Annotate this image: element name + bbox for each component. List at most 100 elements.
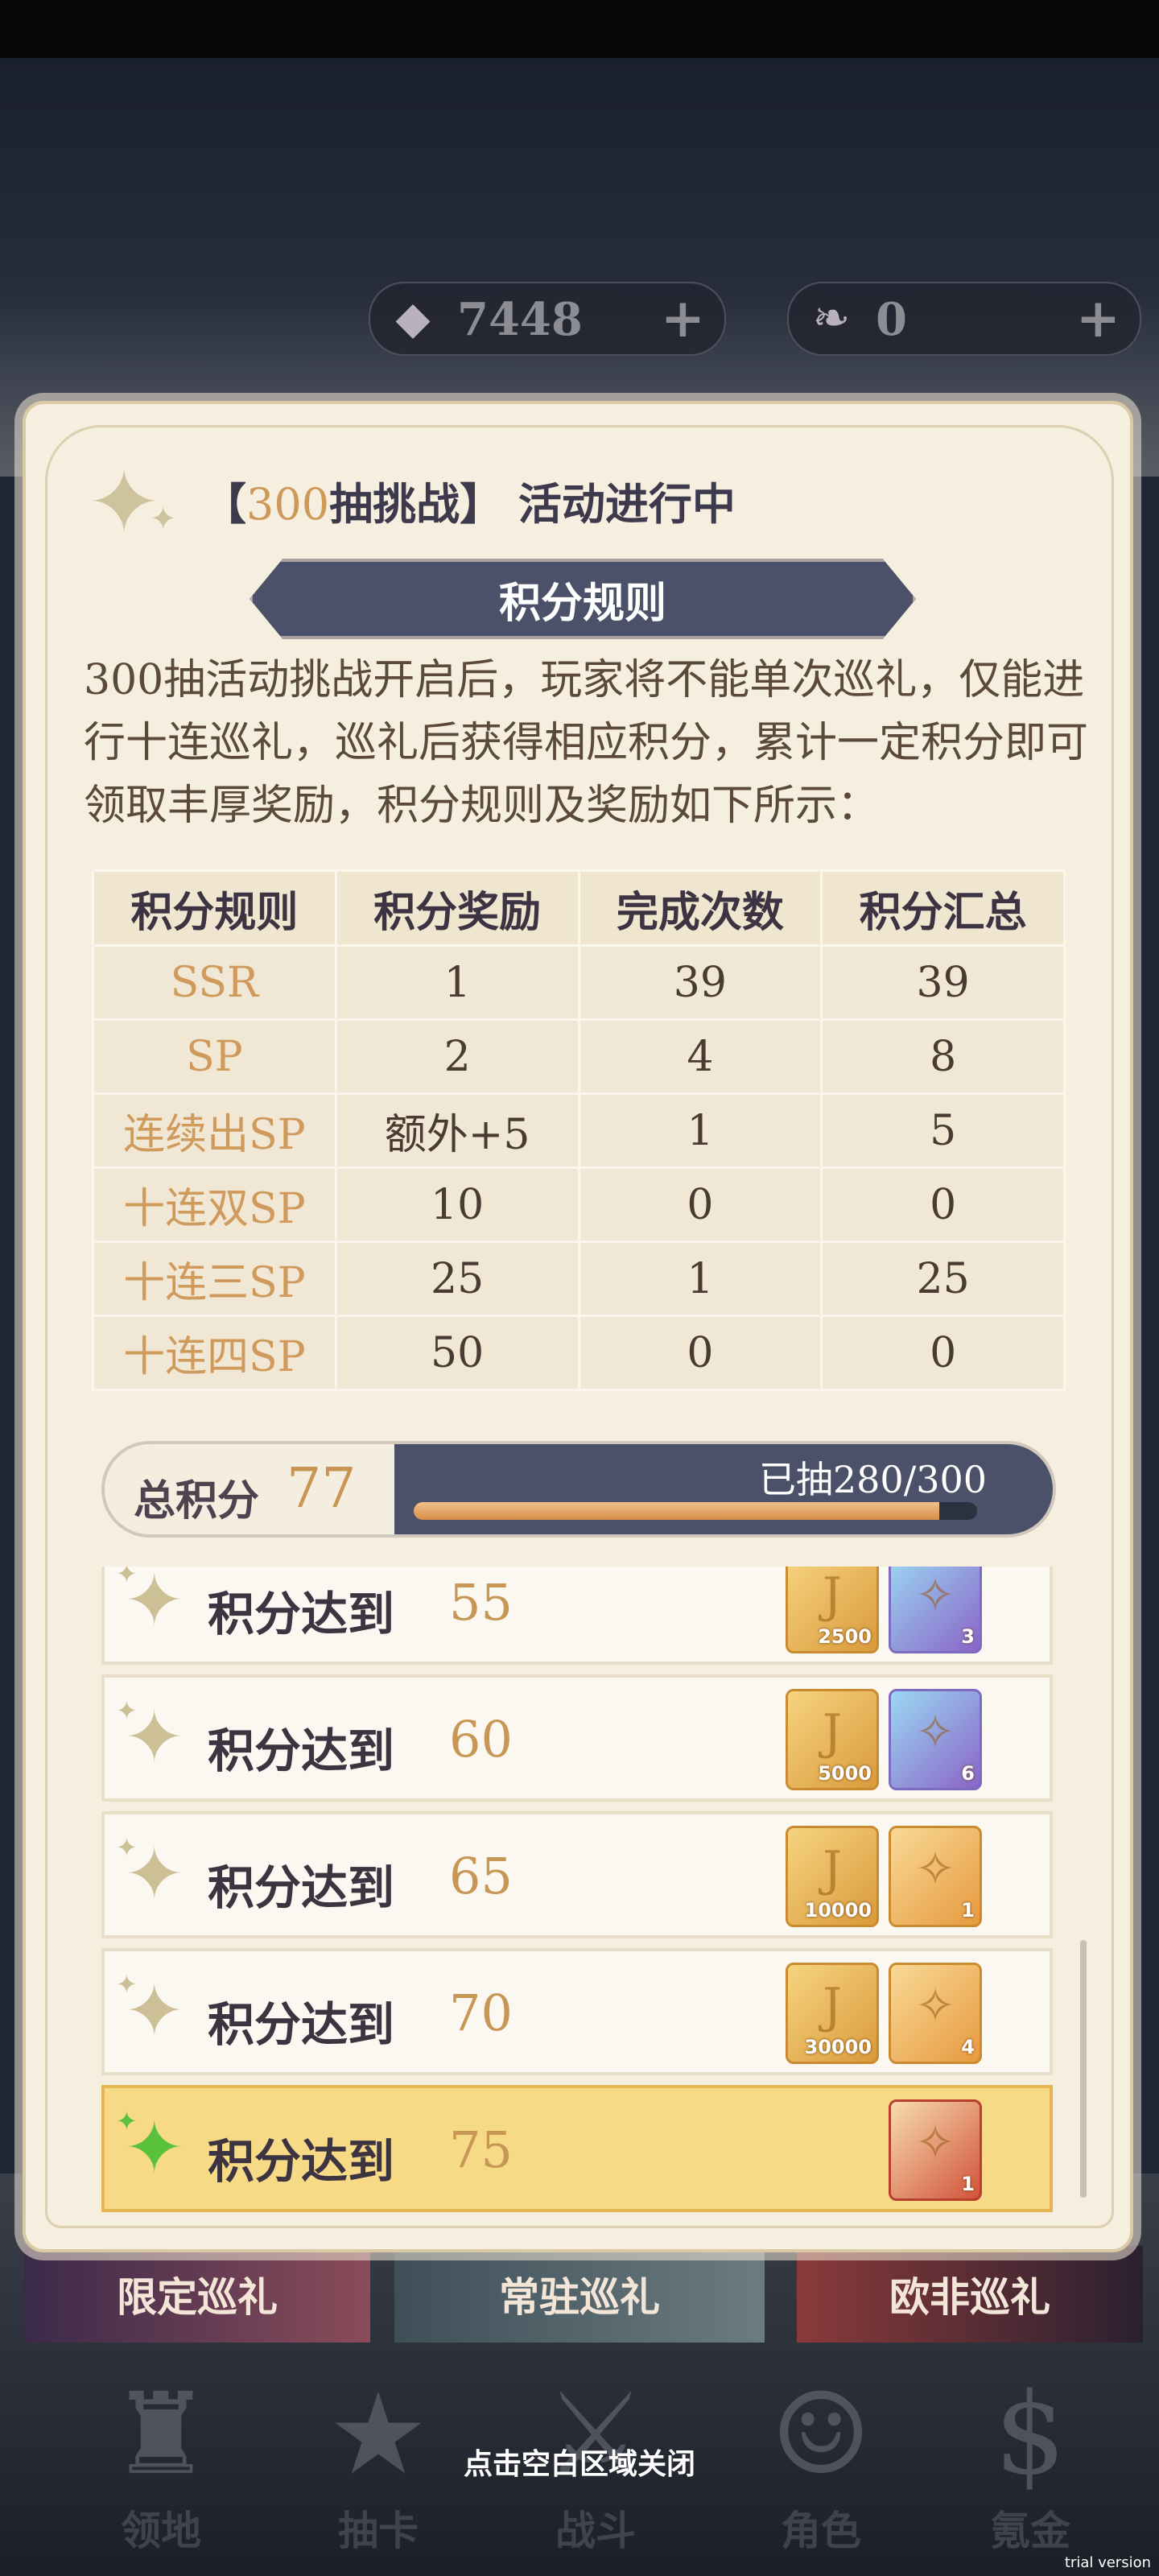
table-cell: 1 [577,1241,823,1317]
table-cell: 8 [820,1018,1066,1095]
table-cell: 50 [334,1315,580,1391]
table-cell: 0 [820,1166,1066,1243]
purple-card-icon[interactable]: ✧ 6 [889,1689,982,1790]
progress-track [414,1502,977,1520]
table-row: SP 2 4 8 [92,1018,1066,1095]
reward-score: 55 [449,1573,513,1632]
rules-table: 积分规则 积分奖励 完成次数 积分汇总 SSR 1 39 39 SP 2 4 8… [92,869,1066,1391]
title-count: 300 [246,479,330,530]
treasure-icon: $ [994,2369,1066,2500]
total-points-value: 77 [287,1457,357,1521]
nav-battle-label: 战斗 [555,2507,636,2554]
gold-ticket-icon[interactable]: J 2500 [786,1567,879,1653]
orange-card-icon[interactable]: ✧ 1 [889,1826,982,1927]
table-cell: SSR [92,944,337,1021]
reward-score: 60 [449,1710,513,1769]
table-header: 完成次数 [577,869,823,947]
table-cell: SP [92,1018,337,1095]
title-bracket: 【 [203,478,246,530]
reward-label: 积分达到 [208,1724,395,1778]
table-header: 积分规则 [92,869,337,947]
table-cell: 25 [820,1241,1066,1317]
table-cell: 十连双SP [92,1166,337,1243]
table-cell: 连续出SP [92,1092,337,1169]
section-banner: 积分规则 [250,559,916,639]
reward-label: 积分达到 [208,1860,395,1915]
red-card-icon[interactable]: ✧ 1 [889,2099,982,2201]
reward-score: 70 [449,1984,513,2042]
scroll-amount: 0 [876,293,907,346]
nav-character-label: 角色 [781,2507,861,2554]
table-cell: 0 [820,1315,1066,1391]
title-status: 抽挑战】 活动进行中 [329,478,736,530]
tab-standard-pilgrimage[interactable]: 常驻巡礼 [394,2246,765,2343]
castle-icon: ♜ [110,2369,212,2500]
table-cell: 39 [577,944,823,1021]
table-header: 积分奖励 [334,869,580,947]
sparkle-icon: ✦ [124,1832,185,1917]
table-cell: 1 [334,944,580,1021]
tab-limited-pilgrimage[interactable]: 限定巡礼 [24,2246,370,2343]
table-cell: 十连四SP [92,1315,337,1391]
gold-ticket-icon[interactable]: J 30000 [786,1963,879,2064]
reward-row-55[interactable]: ✦ ✦ 积分达到 55 J 2500 ✧ 3 [101,1567,1053,1665]
draw-progress: 已抽280/300 [394,1444,1053,1534]
sparkle-small-icon: ✦ [150,501,177,538]
reward-list[interactable]: ✦ ✦ 积分达到 55 J 2500 ✧ 3 ✦ ✦ 积分达到 60 J 5000 ✧… [101,1567,1056,2220]
progress-fill [414,1502,940,1520]
panel-title: 【300抽挑战】 活动进行中 [203,469,736,532]
rules-description: 300抽活动挑战开启后，玩家将不能单次巡礼，仅能进行十连巡礼，巡礼后获得相应积分… [84,656,1089,830]
total-points-bar: 总积分 77 已抽280/300 [101,1441,1056,1538]
sparkle-icon: ✦ [124,1969,185,2054]
nav-shop-label: 氪金 [990,2507,1070,2554]
purple-card-icon[interactable]: ✧ 3 [889,1567,982,1653]
nav-territory-label: 领地 [121,2507,201,2554]
reward-row-65[interactable]: ✦ ✦ 积分达到 65 J 10000 ✧ 1 [101,1811,1053,1938]
sparkle-icon: ✦ [124,2106,185,2190]
scroll-icon: ❧ [812,291,851,345]
reward-score: 75 [449,2120,513,2179]
reward-label: 积分达到 [208,2134,395,2189]
table-cell: 10 [334,1166,580,1243]
table-row: SSR 1 39 39 [92,944,1066,1021]
table-row: 十连三SP 25 1 25 [92,1241,1066,1317]
table-cell: 0 [577,1166,823,1243]
reward-row-60[interactable]: ✦ ✦ 积分达到 60 J 5000 ✧ 6 [101,1674,1053,1802]
reward-row-70[interactable]: ✦ ✦ 积分达到 70 J 30000 ✧ 4 [101,1948,1053,2075]
gold-ticket-icon[interactable]: J 10000 [786,1826,879,1927]
reward-row-75[interactable]: ✦ ✦ 积分达到 75 ✧ 1 [101,2085,1053,2212]
table-row: 十连双SP 10 0 0 [92,1166,1066,1243]
status-bar [0,0,1159,58]
add-scroll-button[interactable]: + [1076,287,1120,349]
table-cell: 1 [577,1092,823,1169]
swords-icon: ⚔ [545,2369,646,2500]
reward-label: 积分达到 [208,1997,395,2052]
table-cell: 额外+5 [334,1092,580,1169]
table-cell: 0 [577,1315,823,1391]
sparkle-icon: ✦ [124,1695,185,1780]
character-icon: ☺ [770,2369,872,2500]
gold-ticket-icon[interactable]: J 5000 [786,1689,879,1790]
table-cell: 2 [334,1018,580,1095]
total-points-label: 总积分 [134,1476,260,1525]
tab-luck-pilgrimage[interactable]: 欧非巡礼 [797,2246,1143,2343]
add-crystal-button[interactable]: + [661,287,705,349]
cards-icon: ★ [328,2369,429,2500]
table-cell: 4 [577,1018,823,1095]
nav-gacha-label: 抽卡 [338,2507,419,2554]
crystal-icon: ◆ [395,291,431,345]
table-row: 十连四SP 50 0 0 [92,1315,1066,1391]
orange-card-icon[interactable]: ✧ 4 [889,1963,982,2064]
table-header: 积分汇总 [820,869,1066,947]
table-cell: 39 [820,944,1066,1021]
sparkle-icon: ✦ [124,1567,185,1643]
table-cell: 5 [820,1092,1066,1169]
scroll-currency: ❧ 0 + [787,282,1141,356]
reward-label: 积分达到 [208,1587,395,1641]
table-header-row: 积分规则 积分奖励 完成次数 积分汇总 [92,869,1066,947]
reward-scrollbar-thumb[interactable] [1080,1940,1087,2198]
draw-progress-text: 已抽280/300 [758,1458,987,1501]
table-row: 连续出SP 额外+5 1 5 [92,1092,1066,1169]
table-cell: 十连三SP [92,1241,337,1317]
close-hint[interactable]: 点击空白区域关闭 [0,2441,1159,2483]
